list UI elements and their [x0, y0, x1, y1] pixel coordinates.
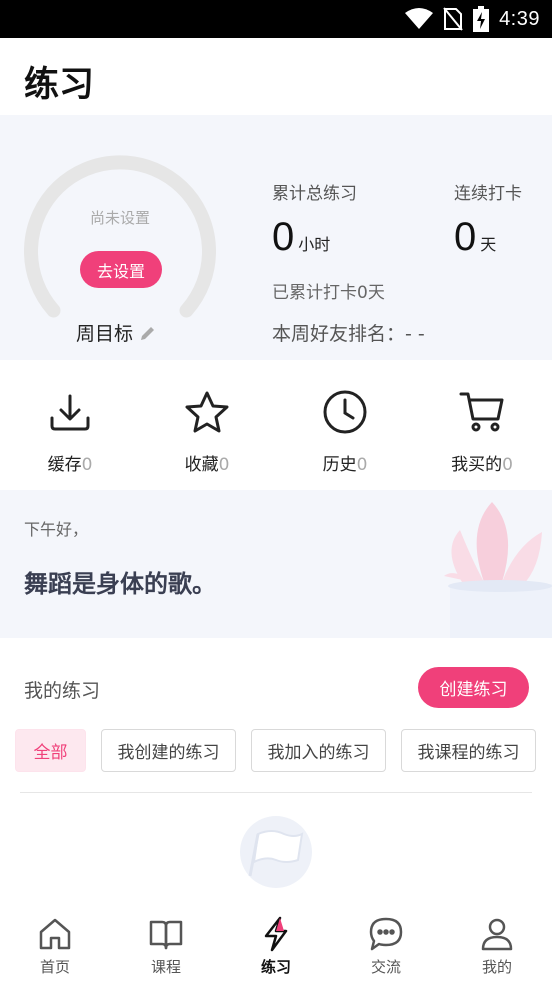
status-time: 4:39 [499, 7, 540, 30]
nav-home-label: 首页 [39, 958, 70, 976]
greeting-time-text: 下午好， [24, 520, 89, 539]
favorites-label: 收藏 [184, 455, 219, 475]
pencil-icon [141, 326, 155, 340]
my-practice-title: 我的练习 [24, 680, 101, 702]
filter-course[interactable]: 我课程的练习 [401, 729, 536, 772]
total-practice-value: 0 小时 [272, 215, 330, 260]
empty-state-flag-icon [240, 816, 312, 888]
home-icon [39, 918, 71, 950]
lotus-decoration [444, 502, 552, 638]
cache-label: 缓存 [47, 455, 82, 475]
greeting-card: 下午好， 舞蹈是身体的歌。 [0, 490, 552, 638]
goal-progress-ring [24, 155, 216, 318]
book-icon [149, 920, 183, 950]
star-icon [183, 388, 231, 436]
cache-count: 0 [81, 455, 93, 475]
purchased-count: 0 [502, 455, 513, 475]
total-practice-label: 累计总练习 [272, 184, 357, 204]
streak-value: 0 天 [454, 215, 496, 260]
status-bar: 4:39 [0, 0, 552, 38]
nav-courses-label: 课程 [150, 958, 181, 976]
goal-status-text: 尚未设置 [89, 209, 150, 227]
greeting-quote: 舞蹈是身体的歌。 [24, 570, 216, 598]
weekly-goal-card: 尚未设置 去设置 周目标 累计总练习 0 小时 连续打卡 0 天 已累计打卡0天… [0, 115, 552, 360]
purchased-button[interactable]: 我买的0 [422, 388, 542, 475]
favorites-count: 0 [218, 455, 230, 475]
page-header: 练习 [0, 38, 552, 115]
quick-actions: 缓存0 收藏0 历史0 我买的0 [0, 360, 552, 490]
no-sim-icon [443, 7, 463, 31]
clock-icon [321, 388, 369, 436]
friend-rank-text[interactable]: 本周好友排名：- - [272, 319, 425, 346]
filter-joined[interactable]: 我加入的练习 [251, 729, 386, 772]
filter-created[interactable]: 我创建的练习 [101, 729, 236, 772]
nav-community[interactable]: 交流 [346, 916, 426, 977]
streak-label: 连续打卡 [454, 184, 522, 204]
nav-home[interactable]: 首页 [15, 916, 95, 977]
lightning-icon [264, 916, 288, 952]
total-practice-number: 0 [272, 215, 295, 259]
history-count: 0 [356, 455, 368, 475]
history-button[interactable]: 历史0 [285, 388, 405, 475]
filter-all[interactable]: 全部 [15, 729, 86, 772]
streak-number: 0 [454, 215, 477, 259]
profile-icon [481, 918, 513, 951]
goal-label: 周目标 [76, 323, 134, 345]
status-icons: 4:39 [405, 6, 540, 32]
set-goal-button[interactable]: 去设置 [80, 251, 162, 288]
download-icon [46, 388, 94, 436]
practice-divider [20, 792, 532, 793]
nav-courses[interactable]: 课程 [126, 916, 206, 977]
purchased-label: 我买的 [451, 455, 503, 475]
battery-charging-icon [473, 6, 490, 32]
nav-community-label: 交流 [370, 958, 401, 976]
chat-icon [369, 917, 403, 951]
page-title: 练习 [24, 65, 95, 105]
total-practice-unit: 小时 [298, 235, 331, 254]
nav-practice-label: 练习 [260, 958, 291, 976]
cache-button[interactable]: 缓存0 [10, 388, 130, 475]
bottom-navigation: 首页 课程 练习 交流 我的 [0, 900, 552, 981]
wifi-icon [405, 8, 434, 29]
weekly-goal-edit[interactable]: 周目标 [76, 319, 157, 346]
nav-profile[interactable]: 我的 [457, 916, 537, 977]
checkin-total-text: 已累计打卡0天 [272, 283, 385, 303]
create-practice-button[interactable]: 创建练习 [418, 667, 529, 708]
streak-unit: 天 [480, 235, 497, 254]
nav-practice[interactable]: 练习 [236, 916, 316, 977]
cart-icon [458, 388, 506, 436]
history-label: 历史 [322, 455, 357, 475]
favorites-button[interactable]: 收藏0 [147, 388, 267, 475]
nav-profile-label: 我的 [481, 958, 512, 976]
